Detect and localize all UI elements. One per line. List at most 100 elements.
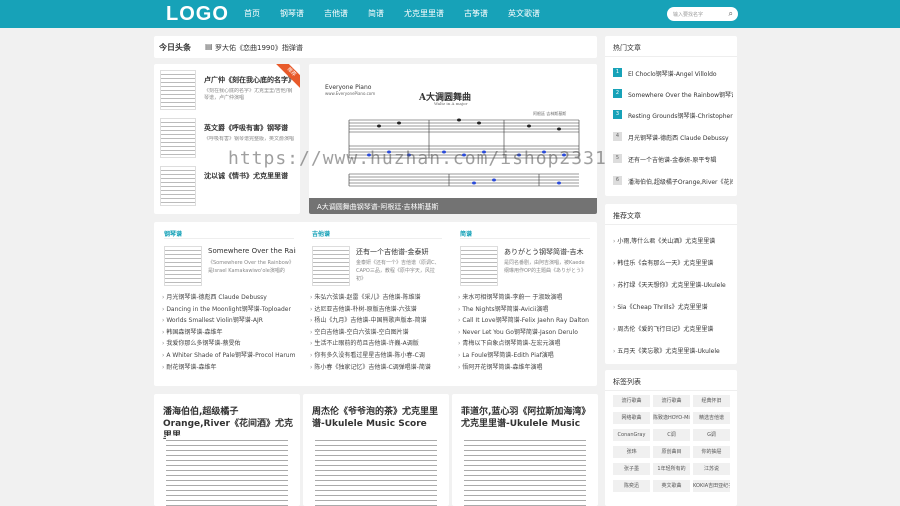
score-thumbnail[interactable] <box>160 166 196 206</box>
tag-chip[interactable]: ConanGray <box>613 429 650 441</box>
logo[interactable]: LOGO <box>166 3 229 26</box>
list-item-title[interactable]: 沈以诚《情书》尤克里里谱 <box>204 171 296 181</box>
headline-link[interactable]: 罗大佑《恋曲1990》指弹谱 <box>215 43 303 53</box>
tag-chip[interactable]: 1年轻所有的 <box>653 463 690 475</box>
list-item[interactable]: Call It Love钢琴简谱-Felix Jaehn Ray Dalton <box>458 315 592 327</box>
article-image[interactable] <box>464 436 586 506</box>
list-item[interactable]: 陈小春《独家记忆》吉他谱-C调弹唱谱-简谱 <box>310 362 444 374</box>
tag-chip[interactable]: 陈奕迅 <box>613 480 650 492</box>
ranked-item-title[interactable]: 还有一个吉他谱-金泰妍-原平专辑 <box>628 155 733 164</box>
score-thumbnail[interactable] <box>160 118 196 158</box>
search-icon[interactable]: ⌕ <box>729 9 733 19</box>
article-image[interactable] <box>166 436 288 506</box>
carousel-caption[interactable]: A大调圆舞曲钢琴谱-阿根廷·吉林斯基斯 <box>309 198 597 214</box>
list-item[interactable]: 韩佳乐《会有那么一天》尤克里里谱 <box>613 258 733 267</box>
list-item[interactable]: 你有多久没有看过星星吉他谱-陈小春-C调 <box>310 350 444 362</box>
section-heading[interactable]: 钢琴谱 <box>164 229 182 238</box>
list-item[interactable]: 生活不止眼前的苟且吉他谱-许巍-A调版 <box>310 338 444 350</box>
list-item[interactable]: Never Let You Go钢琴简谱-Jason Derulo <box>458 327 592 339</box>
tag-chip[interactable]: C调 <box>653 429 690 441</box>
ranked-item[interactable]: 3 Resting Grounds钢琴谱-Christopher Larkin <box>613 108 733 122</box>
list-item[interactable]: The Nights钢琴简谱-Avicii演唱 <box>458 304 592 316</box>
tag-chip[interactable]: 你的抽屉 <box>693 446 730 458</box>
list-item[interactable]: 沈以诚《情书》尤克里里谱 <box>160 164 300 210</box>
article-title[interactable]: 菲道尔,蓝心羽《阿拉斯加海湾》尤克里里谱-Ukulele Music <box>461 406 591 430</box>
section-top-title[interactable]: ありがとう钢琴简谱-吉木 <box>504 247 592 257</box>
article-title[interactable]: 周杰伦《爷爷泡的茶》尤克里里谱-Ukulele Music Score <box>312 406 442 430</box>
list-item-title[interactable]: 英文爵《呼吸有害》钢琴谱 <box>204 123 296 133</box>
section-heading[interactable]: 简谱 <box>460 229 472 238</box>
tag-chip[interactable]: 陈致逸HOYO-MiX <box>653 412 690 424</box>
article-card[interactable]: 潘海伯伯,超级橘子Orange,River《花间酒》尤克里里 <box>154 394 300 506</box>
menu-item-home[interactable]: 首页 <box>244 8 260 19</box>
list-item[interactable]: 小雨,等什么君《关山酒》尤克里里谱 <box>613 236 733 245</box>
tag-chip[interactable]: 张子墨 <box>613 463 650 475</box>
menu-item-ukulele[interactable]: 尤克里里谱 <box>404 8 444 19</box>
list-item[interactable]: 空白吉他谱-空白六弦谱-空白图片谱 <box>310 327 444 339</box>
score-thumbnail[interactable] <box>312 246 350 286</box>
ranked-item-title[interactable]: Resting Grounds钢琴谱-Christopher Larkin <box>628 111 733 120</box>
menu-item-piano[interactable]: 钢琴谱 <box>280 8 304 19</box>
list-item[interactable]: 杨山《九月》吉他谱-中国熊歌声版本-简谱 <box>310 315 444 327</box>
ranked-item-title[interactable]: Somewhere Over the Rainbow钢琴谱 <box>628 90 733 99</box>
section-top-title[interactable]: 还有一个吉他谱-金泰妍 <box>356 247 444 257</box>
menu-item-guzheng[interactable]: 古筝谱 <box>464 8 488 19</box>
list-item[interactable]: 朱弘六弦谱-赵雷《采儿》吉他谱-陈维谱 <box>310 292 444 304</box>
carousel[interactable]: Everyone Piano www.EveryonePiano.com A大调… <box>309 64 597 214</box>
ranked-item-title[interactable]: El Choclo钢琴谱-Angel Villoldo <box>628 69 733 78</box>
list-item[interactable]: 来水可相钢琴简谱-李蔚一 于淑致演唱 <box>458 292 592 304</box>
score-thumbnail[interactable] <box>160 70 196 110</box>
list-item[interactable]: 耐花钢琴谱-森维年 <box>162 362 296 374</box>
list-item[interactable]: Sia《Cheap Thrills》尤克里里谱 <box>613 302 733 311</box>
carousel-caption-text[interactable]: A大调圆舞曲钢琴谱-阿根廷·吉林斯基斯 <box>317 202 439 212</box>
ranked-item[interactable]: 4 月光钢琴谱-德彪西 Claude Debussy <box>613 130 733 144</box>
tag-chip[interactable]: 网络歌曲 <box>613 412 650 424</box>
article-card[interactable]: 周杰伦《爷爷泡的茶》尤克里里谱-Ukulele Music Score <box>303 394 449 506</box>
list-item-title[interactable]: 卢广仲《刻在我心底的名字》 <box>204 75 296 85</box>
list-item[interactable]: 韩国森钢琴谱-森维年 <box>162 327 296 339</box>
score-sheet-image[interactable]: Everyone Piano www.EveryonePiano.com A大调… <box>309 64 597 214</box>
tag-chip[interactable]: G调 <box>693 429 730 441</box>
tag-chip[interactable]: 原创曲目 <box>653 446 690 458</box>
ranked-item-title[interactable]: 潘海伯伯,超级橘子Orange,River《花间酒》 <box>628 177 733 186</box>
ranked-item[interactable]: 6 潘海伯伯,超级橘子Orange,River《花间酒》 <box>613 174 733 188</box>
tag-chip[interactable]: 流行歌曲 <box>653 395 690 407</box>
tag-chip[interactable]: 经典怀旧 <box>693 395 730 407</box>
list-item[interactable]: 周杰伦《爱的飞行日记》尤克里里谱 <box>613 324 733 333</box>
ranked-item[interactable]: 5 还有一个吉他谱-金泰妍-原平专辑 <box>613 152 733 166</box>
list-item[interactable]: Dancing in the Moonlight钢琴谱-Toploader <box>162 304 296 316</box>
tag-chip[interactable]: 江苏说 <box>693 463 730 475</box>
ranked-item[interactable]: 2 Somewhere Over the Rainbow钢琴谱 <box>613 87 733 101</box>
list-item[interactable]: 达尼亚吉他谱-朴树-原版吉他谱-六弦谱 <box>310 304 444 316</box>
score-thumbnail[interactable] <box>460 246 498 286</box>
list-item[interactable]: Worlds Smallest Violin钢琴谱-AJR <box>162 315 296 327</box>
section-top-title[interactable]: Somewhere Over the Rainbow <box>208 247 296 255</box>
tag-chip[interactable]: 英文歌曲 <box>653 480 690 492</box>
list-item[interactable]: 英文爵《呼吸有害》钢琴谱 《呼吸有害》钢琴谱完整版，英文爵演唱 <box>160 116 300 162</box>
article-card[interactable]: 菲道尔,蓝心羽《阿拉斯加海湾》尤克里里谱-Ukulele Music <box>452 394 598 506</box>
list-item[interactable]: A Whiter Shade of Pale钢琴谱-Procol Harum <box>162 350 296 362</box>
divider <box>605 390 737 391</box>
article-image[interactable] <box>315 436 437 506</box>
list-item[interactable]: La Foule钢琴简谱-Edith Piaf演唱 <box>458 350 592 362</box>
list-item[interactable]: 我爱你那么多钢琴谱-蔡旻佑 <box>162 338 296 350</box>
tag-chip[interactable]: 张玮 <box>613 446 650 458</box>
score-thumbnail[interactable] <box>164 246 202 286</box>
search-input[interactable]: 输入要找名字 ⌕ <box>667 7 738 21</box>
list-item[interactable]: 月光钢琴谱-德彪西 Claude Debussy <box>162 292 296 304</box>
menu-item-english[interactable]: 英文歌谱 <box>508 8 540 19</box>
list-item[interactable]: 青梅以下自象点钢琴简谱-左宏元演唱 <box>458 338 592 350</box>
tag-chip[interactable]: 流行歌曲 <box>613 395 650 407</box>
ranked-item[interactable]: 1 El Choclo钢琴谱-Angel Villoldo <box>613 66 733 80</box>
rank-badge: 1 <box>613 68 622 77</box>
list-item[interactable]: 五月天《笑忘歌》尤克里里谱-Ukulele <box>613 346 733 355</box>
ranked-item-title[interactable]: 月光钢琴谱-德彪西 Claude Debussy <box>628 133 733 142</box>
list-item[interactable]: 卢广仲《刻在我心底的名字》 《刻在我心底的名字》尤克里里/吉他/钢琴谱，卢广仲演… <box>160 68 300 114</box>
menu-item-guitar[interactable]: 吉他谱 <box>324 8 348 19</box>
menu-item-jianpu[interactable]: 简谱 <box>368 8 384 19</box>
section-heading[interactable]: 吉他谱 <box>312 229 330 238</box>
tag-chip[interactable]: KOKIA吉田亚纪子 <box>693 480 730 492</box>
list-item[interactable]: 苏打绿《天天想你》尤克里里谱-Ukulele <box>613 280 733 289</box>
tag-chip[interactable]: 精选吉他谱 <box>693 412 730 424</box>
list-item[interactable]: 悟阿开花钢琴简谱-森维年演唱 <box>458 362 592 374</box>
